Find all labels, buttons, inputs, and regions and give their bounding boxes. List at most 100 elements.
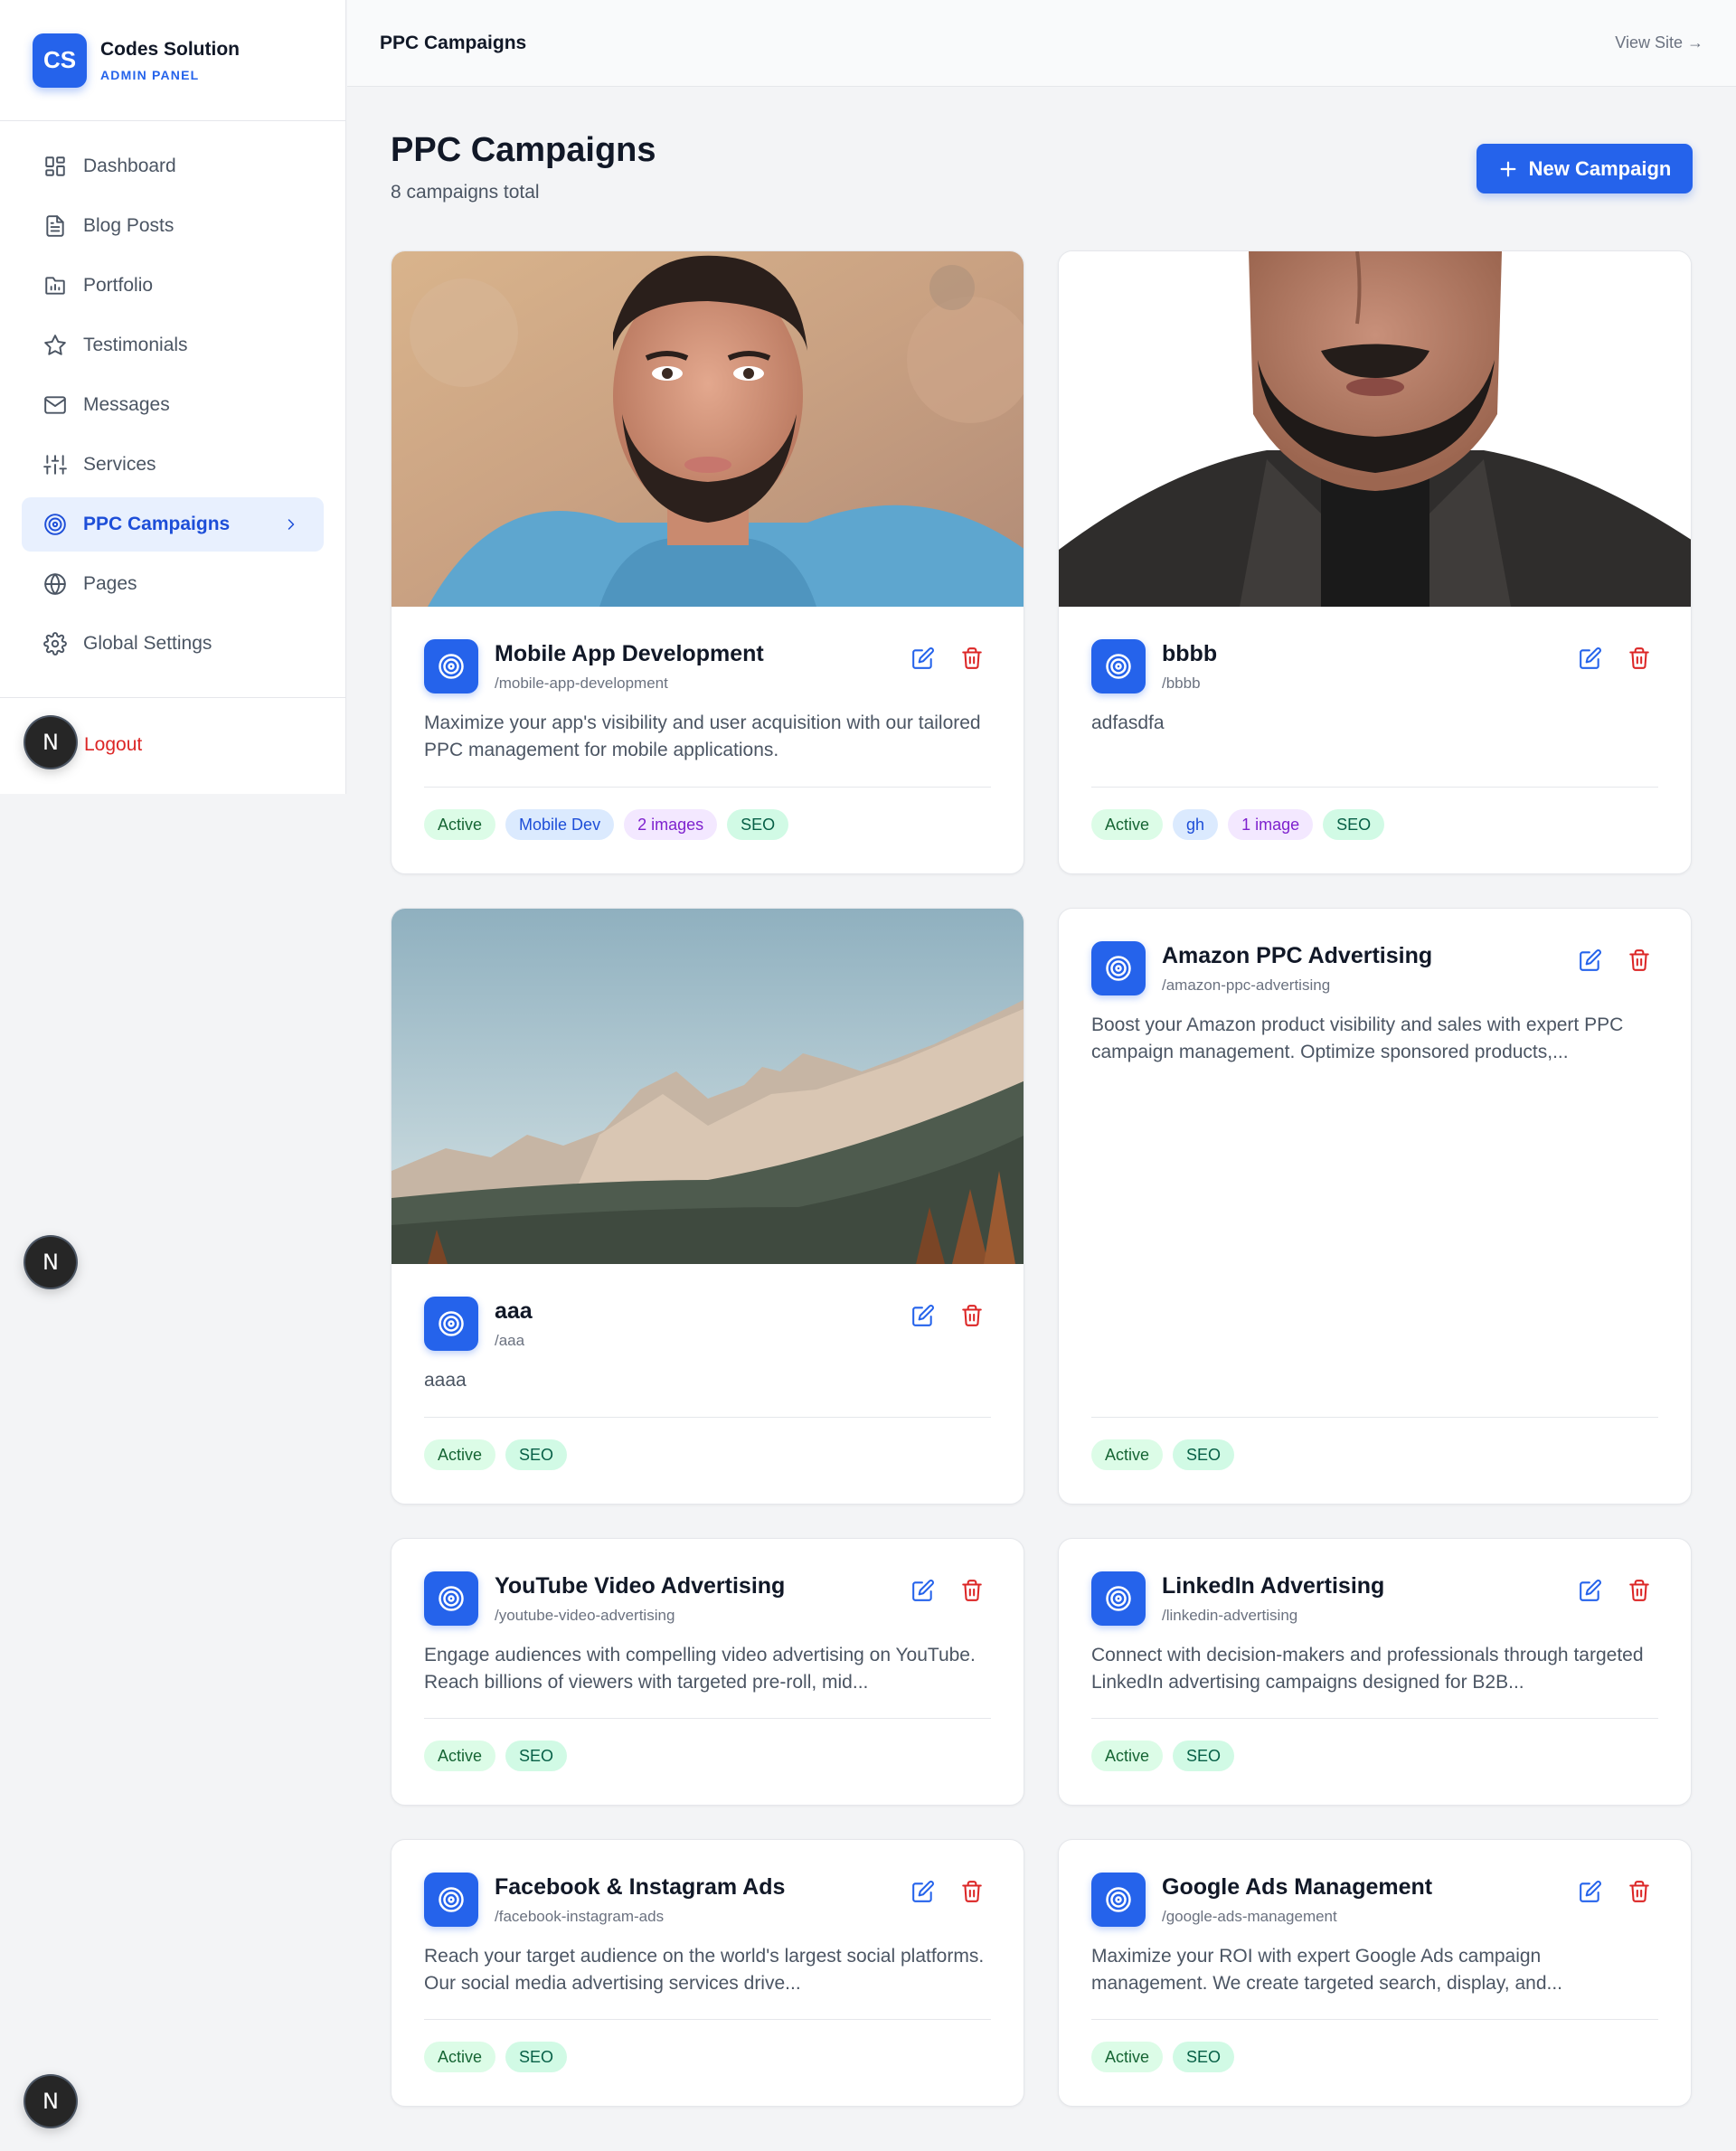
sidebar-item-label: Testimonials [83, 335, 188, 355]
card-divider [424, 1417, 991, 1418]
sidebar-item-services[interactable]: Services [22, 438, 324, 492]
trash-icon [1629, 1881, 1649, 1902]
campaign-icon [424, 1297, 478, 1351]
card-body: aaa /aaa aaaa [392, 1264, 1024, 1421]
card-divider [424, 2019, 991, 2020]
campaign-title: aaa [495, 1298, 533, 1324]
campaign-image [392, 909, 1024, 1264]
campaign-description: Maximize your app's visibility and user … [424, 712, 981, 760]
campaign-title: LinkedIn Advertising [1162, 1573, 1385, 1599]
sidebar-item-testimonials[interactable]: Testimonials [22, 318, 324, 373]
trash-icon [962, 647, 982, 669]
campaign-description: Maximize your ROI with expert Google Ads… [1091, 1946, 1563, 1994]
edit-icon [912, 1881, 934, 1902]
dev-tools-badge[interactable]: N [25, 1237, 76, 1288]
campaign-photo [392, 251, 1024, 607]
campaign-tags: Active SEO [1091, 1741, 1235, 1771]
target-icon [439, 654, 464, 679]
card-divider [1091, 1417, 1658, 1418]
sidebar-item-label: Messages [83, 394, 170, 415]
target-icon [439, 1887, 464, 1912]
trash-icon [962, 1881, 982, 1902]
sidebar-item-portfolio[interactable]: Portfolio [22, 259, 324, 313]
sidebar-item-global-settings[interactable]: Global Settings [22, 617, 324, 671]
campaign-tags: Active SEO [1091, 2042, 1235, 2072]
seo-badge: SEO [1173, 2042, 1235, 2072]
card-body: YouTube Video Advertising /youtube-video… [392, 1539, 1024, 1696]
sidebar-item-ppc-campaigns[interactable]: PPC Campaigns [22, 497, 324, 552]
page-subtitle: 8 campaigns total [391, 182, 540, 203]
sidebar-item-messages[interactable]: Messages [22, 378, 324, 432]
star-icon [44, 335, 66, 355]
mail-icon [44, 396, 66, 414]
campaign-description: Engage audiences with compelling video a… [424, 1645, 976, 1693]
seo-badge: SEO [1173, 1439, 1235, 1470]
delete-button[interactable] [960, 1579, 984, 1607]
sidebar-item-pages[interactable]: Pages [22, 557, 324, 611]
campaign-card: Google Ads Management /google-ads-manage… [1058, 1839, 1692, 2107]
campaign-title: Mobile App Development [495, 641, 764, 666]
campaign-card: LinkedIn Advertising /linkedin-advertisi… [1058, 1538, 1692, 1806]
card-divider [1091, 2019, 1658, 2020]
card-divider [424, 787, 991, 788]
seo-badge: SEO [1173, 1741, 1235, 1771]
sidebar: CS Codes Solution ADMIN PANEL Dashboard … [0, 0, 346, 794]
sidebar-item-label: Portfolio [83, 275, 154, 296]
brand-logo: CS [33, 33, 87, 88]
campaign-tags: Active SEO [424, 1741, 568, 1771]
logout-label: Logout [84, 734, 143, 755]
campaign-icon [1091, 941, 1146, 995]
sidebar-item-blog-posts[interactable]: Blog Posts [22, 199, 324, 253]
campaign-tags: Active gh 1 image SEO [1091, 809, 1385, 840]
card-body: Mobile App Development /mobile-app-devel… [392, 607, 1024, 764]
delete-button[interactable] [1628, 1579, 1651, 1607]
target-icon [44, 514, 66, 535]
target-icon [1106, 1586, 1131, 1611]
delete-button[interactable] [1628, 1880, 1651, 1908]
campaign-icon [1091, 1873, 1146, 1927]
campaign-title: Amazon PPC Advertising [1162, 943, 1433, 968]
campaign-icon [424, 1873, 478, 1927]
edit-button[interactable] [911, 1579, 935, 1607]
view-site-link[interactable]: View Site → [1615, 33, 1703, 52]
campaign-tags: Active SEO [424, 2042, 568, 2072]
seo-badge: SEO [1323, 809, 1385, 840]
card-divider [1091, 1718, 1658, 1719]
sidebar-item-dashboard[interactable]: Dashboard [22, 139, 324, 193]
edit-button[interactable] [911, 1304, 935, 1332]
brand[interactable]: CS Codes Solution ADMIN PANEL [0, 0, 345, 121]
edit-icon [1580, 1881, 1601, 1902]
delete-button[interactable] [960, 1304, 984, 1332]
sidebar-item-label: Blog Posts [83, 215, 175, 236]
edit-button[interactable] [911, 1880, 935, 1908]
edit-button[interactable] [911, 646, 935, 675]
delete-button[interactable] [960, 1880, 984, 1908]
delete-button[interactable] [1628, 948, 1651, 976]
edit-button[interactable] [1579, 646, 1602, 675]
edit-button[interactable] [1579, 948, 1602, 976]
status-badge: Active [1091, 2042, 1164, 2072]
card-body: Google Ads Management /google-ads-manage… [1059, 1840, 1691, 1997]
dev-tools-badge[interactable]: N [25, 717, 76, 768]
campaign-icon [424, 639, 478, 693]
new-campaign-button[interactable]: New Campaign [1477, 144, 1693, 193]
edit-icon [912, 1305, 934, 1326]
plus-icon [1500, 161, 1516, 176]
card-divider [1091, 787, 1658, 788]
dev-tools-badge[interactable]: N [25, 2076, 76, 2127]
edit-button[interactable] [1579, 1880, 1602, 1908]
campaign-description: Connect with decision-makers and profess… [1091, 1645, 1644, 1693]
sidebar-item-label: Global Settings [83, 633, 212, 654]
delete-button[interactable] [960, 646, 984, 675]
images-badge: 1 image [1228, 809, 1314, 840]
delete-button[interactable] [1628, 646, 1651, 675]
card-divider [424, 1718, 991, 1719]
edit-button[interactable] [1579, 1579, 1602, 1607]
card-body: LinkedIn Advertising /linkedin-advertisi… [1059, 1539, 1691, 1696]
target-icon [1106, 654, 1131, 679]
target-icon [439, 1311, 464, 1336]
seo-badge: SEO [505, 1741, 568, 1771]
campaign-card: bbbb /bbbb adfasdfa Active gh 1 image SE… [1058, 250, 1692, 874]
document-icon [46, 215, 64, 237]
trash-icon [1629, 949, 1649, 971]
